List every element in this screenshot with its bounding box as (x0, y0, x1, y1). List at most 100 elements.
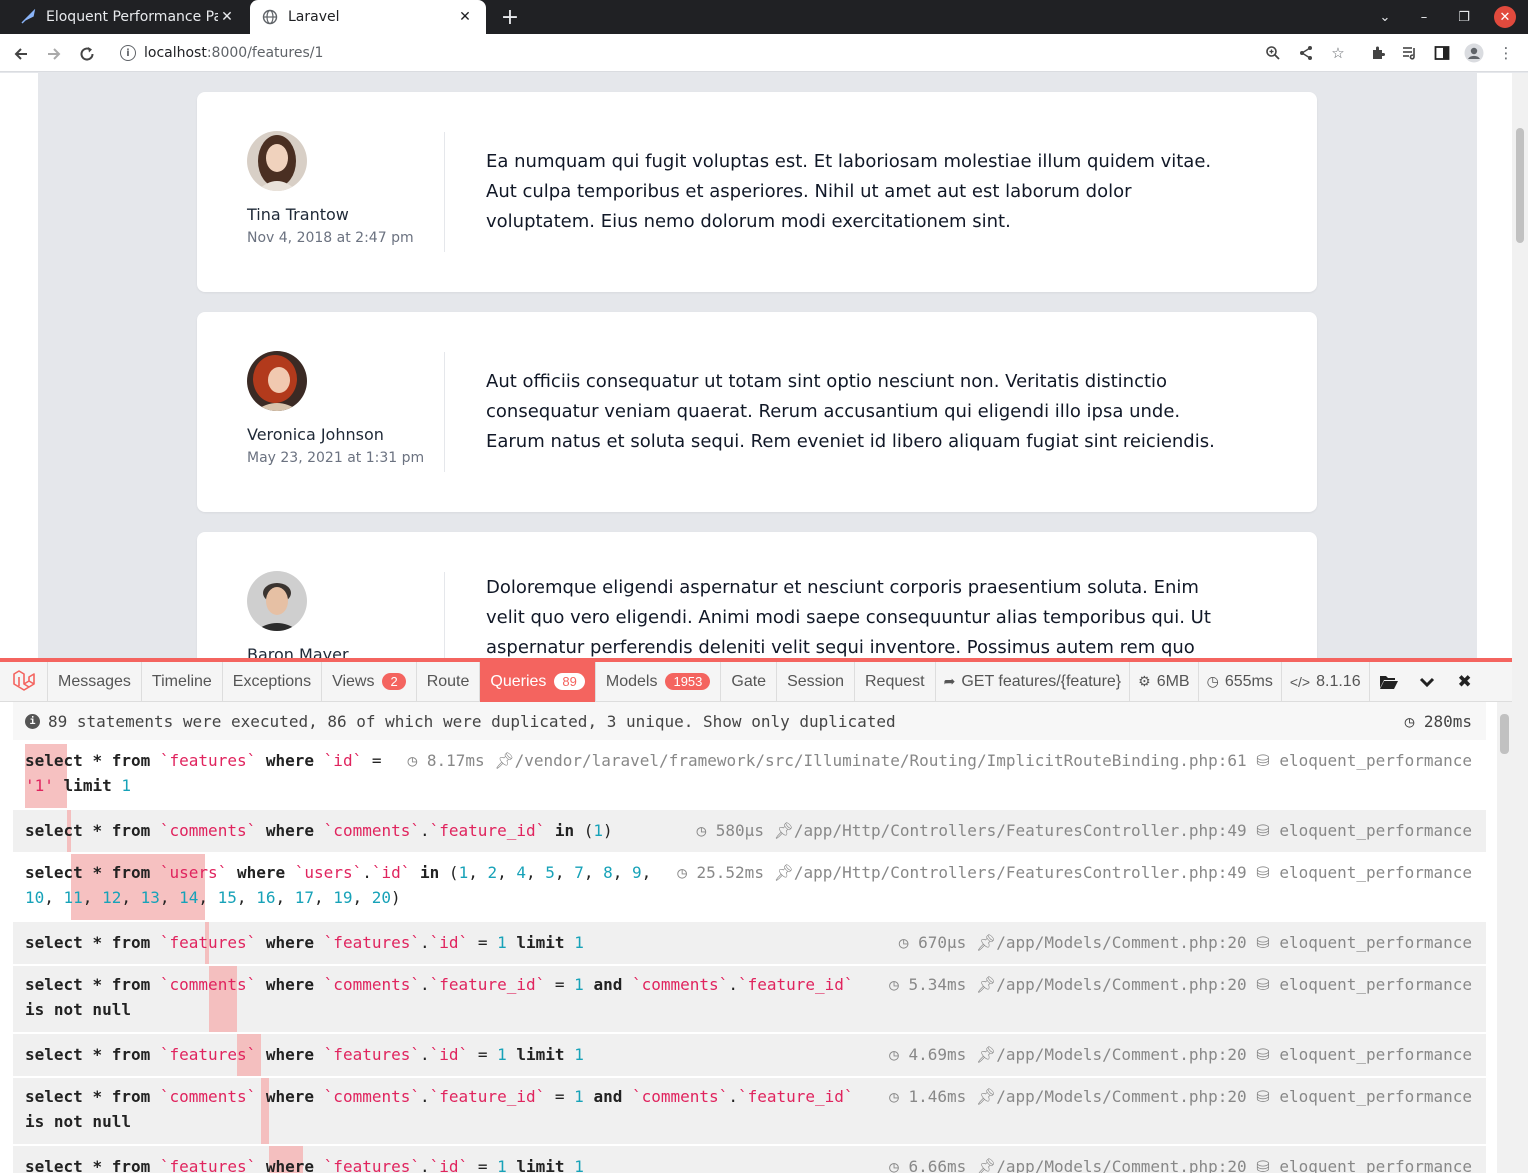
clock-icon: ◷ (889, 1045, 899, 1064)
debugbar-tab-gate[interactable]: Gate (721, 661, 778, 702)
close-icon[interactable]: ✕ (456, 8, 474, 26)
code-icon: </> (1289, 673, 1311, 690)
query-sql: select * from `comments` where `comments… (25, 1087, 854, 1131)
divider (444, 572, 445, 659)
restore-icon[interactable]: ❐ (1453, 6, 1475, 28)
browser-tab-laravel[interactable]: Laravel ✕ (250, 0, 486, 34)
comment-date: Nov 4, 2018 at 2:47 pm (247, 230, 414, 246)
page-scrollbar[interactable] (1512, 73, 1528, 1173)
query-row[interactable]: select * from `comments` where `comments… (13, 966, 1486, 1032)
window-close-icon[interactable]: ✕ (1494, 6, 1516, 28)
scrollbar-thumb[interactable] (1516, 128, 1524, 243)
tab-label: Messages (58, 672, 131, 690)
debugbar-tab-timeline[interactable]: Timeline (142, 661, 223, 702)
close-icon[interactable]: ✕ (218, 8, 236, 26)
info-icon: i (25, 713, 40, 729)
database-icon: ⛁ (1256, 1087, 1270, 1106)
forward-icon[interactable] (42, 42, 66, 66)
cogs-icon: ⚙ (1138, 673, 1151, 689)
clock-icon: ◷ (898, 933, 909, 952)
pin-icon: 📌︎ (975, 975, 997, 994)
clock-icon: ◷ (889, 1087, 899, 1106)
php-version-stat[interactable]: </> 8.1.16 (1282, 661, 1370, 702)
debugbar-tab-messages[interactable]: Messages (48, 661, 142, 702)
debugbar-tab-views[interactable]: Views 2 (322, 661, 417, 702)
debugbar-tab-exceptions[interactable]: Exceptions (223, 661, 323, 702)
back-icon[interactable] (9, 42, 33, 66)
zoom-icon[interactable] (1262, 42, 1284, 64)
clock-icon: ◷ (889, 1157, 899, 1173)
media-control-icon[interactable] (1399, 42, 1421, 64)
query-row[interactable]: select * from `features` where `features… (13, 922, 1486, 964)
pin-icon: 📌︎ (975, 1045, 997, 1064)
avatar (247, 571, 307, 631)
pin-icon: 📌︎ (773, 863, 794, 882)
time-stat[interactable]: ◷ 655ms (1199, 661, 1282, 702)
debugbar-tab-request[interactable]: Request (855, 661, 936, 702)
globe-icon (262, 9, 278, 25)
browser-tab-eloquent[interactable]: Eloquent Performance Pa ✕ (8, 0, 248, 34)
folder-open-icon[interactable] (1370, 662, 1408, 702)
query-meta: ◷ 8.17ms 📌︎/vendor/laravel/framework/src… (407, 751, 1472, 770)
debugbar-tab-queries[interactable]: Queries 89 (480, 661, 596, 702)
debugbar-header: Messages Timeline Exceptions Views 2 Rout… (0, 661, 1512, 702)
tab-title: Eloquent Performance Pa (46, 9, 218, 25)
side-panel-icon[interactable] (1431, 42, 1453, 64)
count-badge: 1953 (665, 673, 711, 690)
query-meta: ◷ 4.69ms 📌︎/app/Models/Comment.php:20 ⛁ … (889, 1045, 1472, 1064)
scrollbar-thumb[interactable] (1500, 714, 1509, 754)
pin-icon: 📌︎ (975, 933, 997, 952)
tab-label: Queries (490, 672, 547, 690)
query-row[interactable]: select * from `comments` where `comments… (13, 1078, 1486, 1144)
query-meta: ◷ 6.66ms 📌︎/app/Models/Comment.php:20 ⛁ … (889, 1154, 1472, 1173)
query-row[interactable]: select * from `users` where `users`.`id`… (13, 854, 1486, 920)
tab-label: Views (332, 672, 375, 690)
summary-duration: ◷ 280ms (1404, 711, 1472, 731)
debugbar-scrollbar[interactable] (1497, 702, 1512, 1173)
tab-search-icon[interactable]: ⌄ (1374, 6, 1396, 28)
pin-icon: 📌︎ (975, 1157, 997, 1173)
tab-label: Request (865, 672, 925, 690)
query-sql: select * from `comments` where `comments… (25, 975, 854, 1019)
reload-icon[interactable] (75, 42, 99, 66)
menu-kebab-icon[interactable]: ⋮ (1495, 42, 1517, 64)
extensions-icon[interactable] (1367, 42, 1389, 64)
query-row[interactable]: select * from `features` where `features… (13, 1034, 1486, 1076)
database-icon: ⛁ (1256, 1045, 1270, 1064)
comment-author: Veronica Johnson (247, 425, 384, 444)
duration-value: 280ms (1423, 711, 1472, 731)
debugbar-tab-session[interactable]: Session (777, 661, 855, 702)
share-icon[interactable] (1295, 42, 1317, 64)
share-arrow-icon: ➦ (943, 673, 956, 689)
database-icon: ⛁ (1256, 975, 1270, 994)
profile-avatar-icon[interactable] (1463, 42, 1485, 64)
database-icon: ⛁ (1256, 751, 1270, 770)
site-info-icon[interactable]: i (120, 45, 136, 61)
tab-label: Session (787, 672, 844, 690)
route-label: GET features/{feature} (961, 672, 1122, 690)
tab-label: Gate (731, 672, 767, 690)
star-icon[interactable]: ☆ (1327, 42, 1349, 64)
query-meta: ◷ 670μs 📌︎/app/Models/Comment.php:20 ⛁ e… (898, 933, 1472, 952)
comment-body: Ea numquam qui fugit voluptas est. Et la… (486, 151, 1212, 232)
clock-icon: ◷ (889, 975, 899, 994)
query-row[interactable]: select * from `comments` where `comments… (13, 810, 1486, 852)
memory-stat[interactable]: ⚙ 6MB (1130, 661, 1199, 702)
debugbar-tab-models[interactable]: Models 1953 (596, 661, 722, 702)
chevron-down-icon[interactable] (1408, 662, 1446, 702)
debugbar: Messages Timeline Exceptions Views 2 Rout… (0, 658, 1512, 1173)
laravel-logo-icon[interactable] (0, 661, 48, 702)
debugbar-tab-route[interactable]: Route (417, 661, 481, 702)
new-tab-button[interactable]: + (498, 5, 522, 30)
route-stat[interactable]: ➦ GET features/{feature} (936, 661, 1131, 702)
close-icon[interactable]: ✖ (1446, 662, 1484, 702)
query-row[interactable]: select * from `features` where `id` = '1… (13, 744, 1486, 808)
pin-icon: 📌︎ (773, 821, 794, 840)
minimize-icon[interactable]: – (1413, 6, 1435, 28)
php-version: 8.1.16 (1316, 672, 1361, 690)
query-row[interactable]: select * from `features` where `features… (13, 1146, 1486, 1173)
tab-label: Models (605, 672, 658, 690)
url-input[interactable]: i localhost:8000/features/1 (110, 38, 1360, 68)
pin-icon: 📌︎ (494, 751, 515, 770)
url-path: :8000/features/1 (206, 45, 324, 61)
